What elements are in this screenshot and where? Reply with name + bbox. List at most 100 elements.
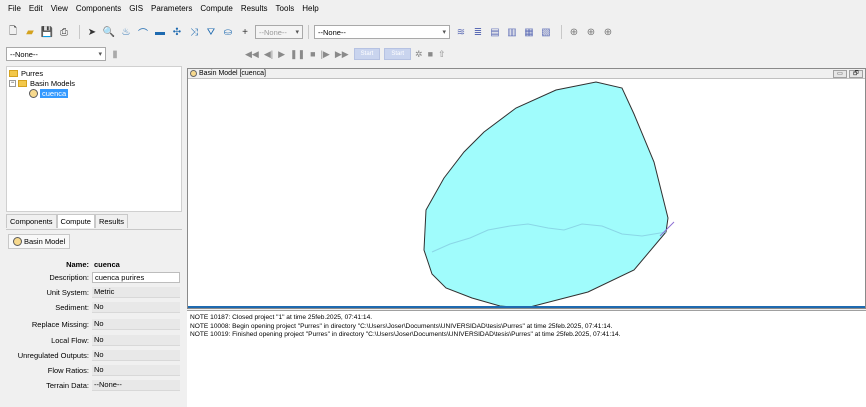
tab-results[interactable]: Results: [94, 214, 128, 228]
element-combo-value: --None--: [259, 27, 287, 37]
globe-grid-icon[interactable]: ⊕: [584, 25, 598, 39]
element-combo[interactable]: --None-- ▾: [255, 25, 303, 39]
tree-root[interactable]: Purres: [9, 69, 43, 78]
tree-folder-label: Basin Models: [30, 79, 76, 88]
time-series-icon[interactable]: ▧: [539, 25, 553, 39]
tab-compute[interactable]: Compute: [56, 214, 95, 228]
new-file-icon[interactable]: 🗋: [6, 25, 20, 39]
settings-icon[interactable]: ✲: [415, 49, 423, 60]
menu-components[interactable]: Components: [72, 4, 125, 13]
subbasin-polygon[interactable]: [423, 81, 669, 308]
minimize-button[interactable]: ▭: [833, 70, 847, 78]
junction-icon[interactable]: ✣: [170, 25, 184, 39]
sediment-select[interactable]: No: [92, 301, 180, 313]
watershed-explorer: Purres − Basin Models cuenca: [6, 66, 182, 212]
source-icon[interactable]: ⛛: [204, 25, 218, 39]
folder-icon: [9, 70, 18, 77]
maximize-button[interactable]: 🗗: [849, 70, 863, 78]
chevron-down-icon: ▾: [98, 51, 102, 58]
menu-bar: File Edit View Components GIS Parameters…: [0, 0, 866, 16]
prop-label: Sediment:: [55, 302, 89, 312]
rewind-icon[interactable]: ◀◀: [245, 49, 259, 60]
globe-icon[interactable]: ⊕: [567, 25, 581, 39]
basin-map-canvas[interactable]: [188, 80, 865, 308]
separator: [308, 25, 309, 39]
basin-model-icon: [13, 237, 22, 246]
menu-edit[interactable]: Edit: [25, 4, 47, 13]
log-line: NOTE 10187: Closed project "1" at time 2…: [190, 314, 373, 321]
replace-missing-select[interactable]: No: [92, 318, 180, 330]
basin-map[interactable]: [188, 80, 865, 308]
prop-row-terrain-data: Terrain Data: --None--: [6, 379, 182, 391]
menu-view[interactable]: View: [47, 4, 72, 13]
zoom-icon[interactable]: 🔍: [102, 25, 116, 39]
run-compute-icon[interactable]: ▮: [108, 47, 122, 61]
tree-item-cuenca[interactable]: cuenca: [29, 89, 69, 98]
stop-icon[interactable]: ■: [310, 49, 315, 59]
print-icon[interactable]: ⎙: [57, 25, 71, 39]
fast-forward-icon[interactable]: ▶▶: [335, 49, 349, 60]
record-icon[interactable]: ■: [428, 49, 433, 59]
prop-label: Replace Missing:: [31, 319, 89, 329]
summary-table-icon[interactable]: ▦: [522, 25, 536, 39]
open-folder-icon[interactable]: ▰: [23, 25, 37, 39]
reach-icon[interactable]: ⌒: [136, 25, 150, 40]
flow-ratios-select[interactable]: No: [92, 364, 180, 376]
menu-parameters[interactable]: Parameters: [147, 4, 196, 13]
export-icon[interactable]: ⇧: [438, 49, 446, 60]
play-icon[interactable]: ▶: [278, 49, 285, 60]
log-line: NOTE 10019: Finished opening project "Pu…: [190, 331, 621, 338]
log-line: NOTE 10008: Begin opening project "Purre…: [190, 322, 613, 330]
step-back-icon[interactable]: ◀|: [264, 49, 273, 60]
window-bottom-border: [188, 306, 865, 308]
menu-results[interactable]: Results: [237, 4, 272, 13]
pause-icon[interactable]: ❚❚: [290, 49, 305, 60]
description-field[interactable]: cuenca purires: [92, 271, 180, 283]
prop-row-flow-ratios: Flow Ratios: No: [6, 364, 182, 376]
results-table-icon[interactable]: ▤: [488, 25, 502, 39]
compute-icon[interactable]: ≋: [454, 25, 468, 39]
prop-row-unit-system: Unit System: Metric: [6, 286, 182, 298]
basin-model-window: Basin Model [cuenca] ▭ 🗗: [187, 68, 866, 309]
subbasin-icon[interactable]: ♨: [119, 25, 133, 39]
menu-gis[interactable]: GIS: [125, 4, 147, 13]
separator: [561, 25, 562, 39]
globe-layers-icon[interactable]: ⊕: [601, 25, 615, 39]
prop-row-description: Description: cuenca purires: [6, 271, 182, 283]
menu-tools[interactable]: Tools: [272, 4, 299, 13]
animation-end-button[interactable]: Start: [384, 48, 412, 60]
separator: [79, 25, 80, 39]
sink-icon[interactable]: ⛀: [221, 25, 235, 39]
local-flow-select[interactable]: No: [92, 334, 180, 346]
prop-row-sediment: Sediment: No: [6, 301, 182, 313]
prop-label: Flow Ratios:: [47, 365, 89, 375]
prop-row-local-flow: Local Flow: No: [6, 334, 182, 346]
save-icon[interactable]: 💾: [40, 25, 54, 39]
terrain-data-select[interactable]: --None--: [92, 379, 180, 391]
animation-start-button[interactable]: Start: [353, 48, 381, 60]
basin-model-icon: [190, 70, 197, 77]
prop-row-name: Name: cuenca: [6, 258, 182, 270]
unregulated-outputs-select[interactable]: No: [92, 349, 180, 361]
run-combo[interactable]: --None-- ▾: [6, 47, 106, 61]
tree-folder-basin-models[interactable]: − Basin Models: [9, 79, 75, 88]
reservoir-icon[interactable]: ▬: [153, 25, 167, 39]
collapse-icon[interactable]: −: [9, 80, 16, 87]
basin-window-titlebar[interactable]: Basin Model [cuenca] ▭ 🗗: [188, 69, 865, 79]
tab-components[interactable]: Components: [6, 214, 57, 228]
tree-item-label: cuenca: [40, 89, 69, 98]
prop-label: Unregulated Outputs:: [17, 350, 89, 360]
menu-compute[interactable]: Compute: [196, 4, 236, 13]
menu-help[interactable]: Help: [298, 4, 322, 13]
results-graph-icon[interactable]: ▥: [505, 25, 519, 39]
meteo-combo[interactable]: --None-- ▾: [314, 25, 450, 39]
step-forward-icon[interactable]: |▶: [321, 49, 330, 60]
add-icon[interactable]: +: [238, 25, 252, 39]
menu-file[interactable]: File: [4, 4, 25, 13]
editor-tab-basin-model[interactable]: Basin Model: [8, 234, 71, 249]
diversion-icon[interactable]: ⤨: [187, 25, 201, 39]
editor-tab-label: Basin Model: [24, 237, 66, 246]
pointer-icon[interactable]: ➤: [85, 25, 99, 39]
unit-system-select[interactable]: Metric: [92, 286, 180, 298]
compute-all-icon[interactable]: ≣: [471, 25, 485, 39]
